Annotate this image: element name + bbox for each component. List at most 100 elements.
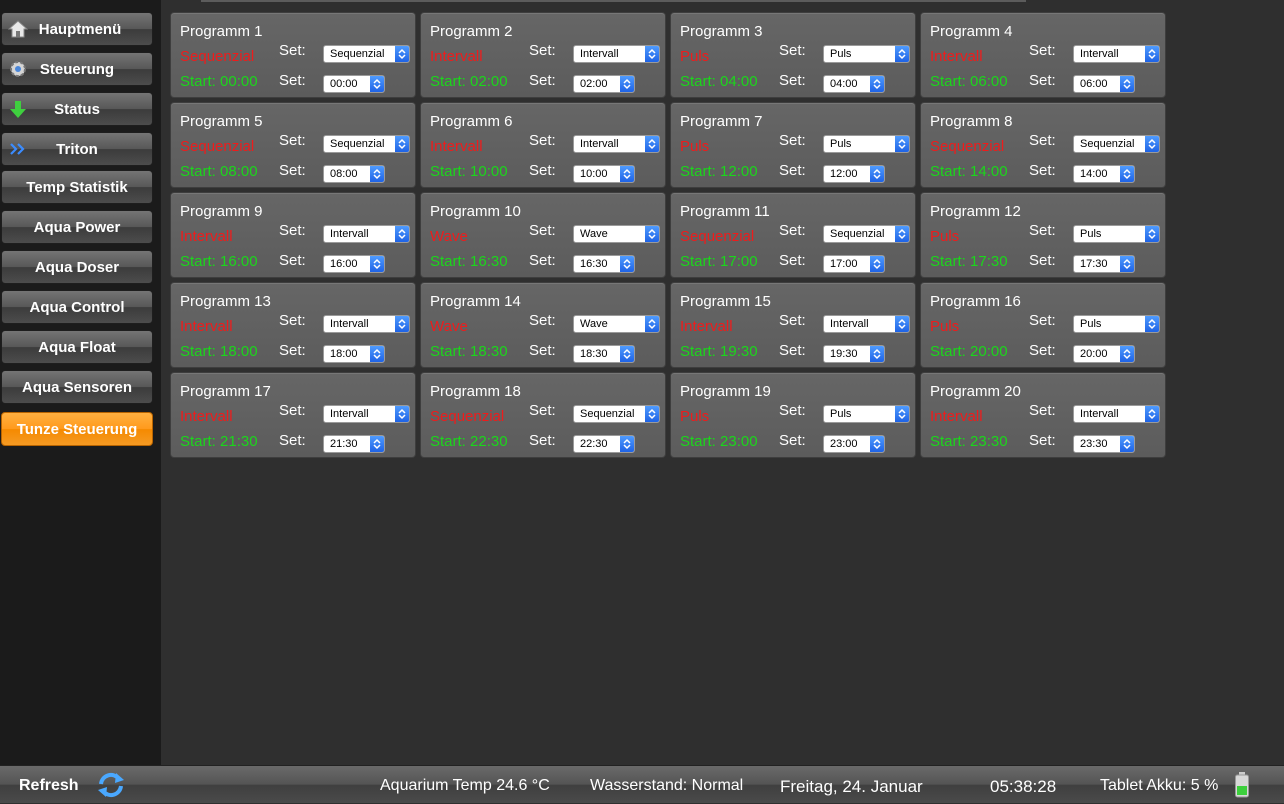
time-select[interactable]: 22:30 [573,435,635,453]
mode-select[interactable]: Puls [1073,225,1160,243]
chevron-updown-icon [895,316,909,332]
program-title: Programm 2 [430,23,513,40]
program-title: Programm 10 [430,203,521,220]
current-mode: Puls [680,408,710,425]
time-select[interactable]: 17:00 [823,255,885,273]
nav-aqua-control[interactable]: Aqua Control [1,290,153,324]
nav-aqua-sensoren[interactable]: Aqua Sensoren [1,370,153,404]
time-select[interactable]: 16:00 [323,255,385,273]
time-select[interactable]: 10:00 [573,165,635,183]
mode-select[interactable]: Wave [573,225,660,243]
nav-label: Steuerung [39,60,115,78]
nav-label: Triton [56,140,98,158]
set-time-label: Set: [529,72,556,89]
mode-select[interactable]: Puls [823,45,910,63]
mode-select[interactable]: Wave [573,315,660,333]
chevron-updown-icon [370,166,384,182]
mode-select[interactable]: Intervall [323,315,410,333]
program-card: Programm 11 Sequenzial Start: 17:00 Set: Set… [670,192,916,278]
mode-select[interactable]: Intervall [823,315,910,333]
program-title: Programm 8 [930,113,1013,130]
time-select[interactable]: 23:30 [1073,435,1135,453]
nav-status[interactable]: Status [1,92,153,126]
time-select-value: 08:00 [330,168,358,180]
nav-aqua-float[interactable]: Aqua Float [1,330,153,364]
program-title: Programm 17 [180,383,271,400]
mode-select-value: Puls [1080,318,1102,330]
mode-select[interactable]: Intervall [1073,45,1160,63]
chevron-updown-icon [1145,406,1159,422]
set-time-label: Set: [779,162,806,179]
mode-select[interactable]: Sequenzial [323,135,410,153]
mode-select[interactable]: Intervall [573,135,660,153]
chevron-updown-icon [1120,256,1134,272]
start-time: Start: 20:00 [930,343,1008,360]
set-mode-label: Set: [529,42,556,59]
time-select[interactable]: 12:00 [823,165,885,183]
set-time-label: Set: [1029,252,1056,269]
mode-select[interactable]: Puls [1073,315,1160,333]
nav-label: Aqua Doser [34,258,120,276]
set-time-label: Set: [529,432,556,449]
time-select[interactable]: 23:00 [823,435,885,453]
time-select[interactable]: 16:30 [573,255,635,273]
time-select[interactable]: 02:00 [573,75,635,93]
start-time: Start: 19:30 [680,343,758,360]
program-title: Programm 11 [680,203,770,220]
status-bar: Refresh Aquarium Temp 24.6 °C Wasserstan… [0,765,1284,803]
mode-select[interactable]: Intervall [323,225,410,243]
mode-select[interactable]: Intervall [1073,405,1160,423]
start-time: Start: 14:00 [930,163,1008,180]
time-select[interactable]: 06:00 [1073,75,1135,93]
nav-triton[interactable]: Triton [1,132,153,166]
refresh-icon[interactable] [96,771,126,804]
time-select-value: 00:00 [330,78,358,90]
program-card: Programm 13 Intervall Start: 18:00 Set: Set:… [170,282,416,368]
mode-select[interactable]: Intervall [323,405,410,423]
nav-hauptmenu[interactable]: Hauptmenü [1,12,153,46]
refresh-button[interactable]: Refresh [19,777,79,795]
time-select[interactable]: 17:30 [1073,255,1135,273]
time-select-value: 18:30 [580,348,608,360]
mode-select[interactable]: Sequenzial [573,405,660,423]
mode-select-value: Sequenzial [580,408,635,420]
current-mode: Sequenzial [680,228,755,245]
time-select[interactable]: 21:30 [323,435,385,453]
mode-select[interactable]: Puls [823,405,910,423]
time-select[interactable]: 18:30 [573,345,635,363]
chevron-updown-icon [370,436,384,452]
start-time: Start: 06:00 [930,73,1008,90]
time-select-value: 06:00 [1080,78,1108,90]
time-select[interactable]: 20:00 [1073,345,1135,363]
nav-label: Aqua Power [33,218,121,236]
time-select[interactable]: 19:30 [823,345,885,363]
current-mode: Puls [930,228,960,245]
time-select[interactable]: 14:00 [1073,165,1135,183]
mode-select[interactable]: Intervall [573,45,660,63]
gear-icon [8,59,28,79]
chevron-updown-icon [645,226,659,242]
mode-select[interactable]: Puls [823,135,910,153]
time-select[interactable]: 18:00 [323,345,385,363]
mode-select[interactable]: Sequenzial [323,45,410,63]
time-select[interactable]: 08:00 [323,165,385,183]
chevron-updown-icon [620,76,634,92]
current-mode: Intervall [180,408,233,425]
mode-select[interactable]: Sequenzial [1073,135,1160,153]
time-select[interactable]: 00:00 [323,75,385,93]
nav-label: Temp Statistik [26,178,128,196]
nav-steuerung[interactable]: Steuerung [1,52,153,86]
nav-tunze-steuerung[interactable]: Tunze Steuerung [1,412,153,446]
set-mode-label: Set: [1029,42,1056,59]
chevron-updown-icon [645,316,659,332]
time-select-value: 17:30 [1080,258,1108,270]
time-select[interactable]: 04:00 [823,75,885,93]
nav-aqua-doser[interactable]: Aqua Doser [1,250,153,284]
nav-temp-statistik[interactable]: Temp Statistik [1,170,153,204]
nav-aqua-power[interactable]: Aqua Power [1,210,153,244]
program-title: Programm 18 [430,383,521,400]
program-card: Programm 18 Sequenzial Start: 22:30 Set: Set… [420,372,666,458]
mode-select[interactable]: Sequenzial [823,225,910,243]
set-mode-label: Set: [279,312,306,329]
set-time-label: Set: [529,162,556,179]
